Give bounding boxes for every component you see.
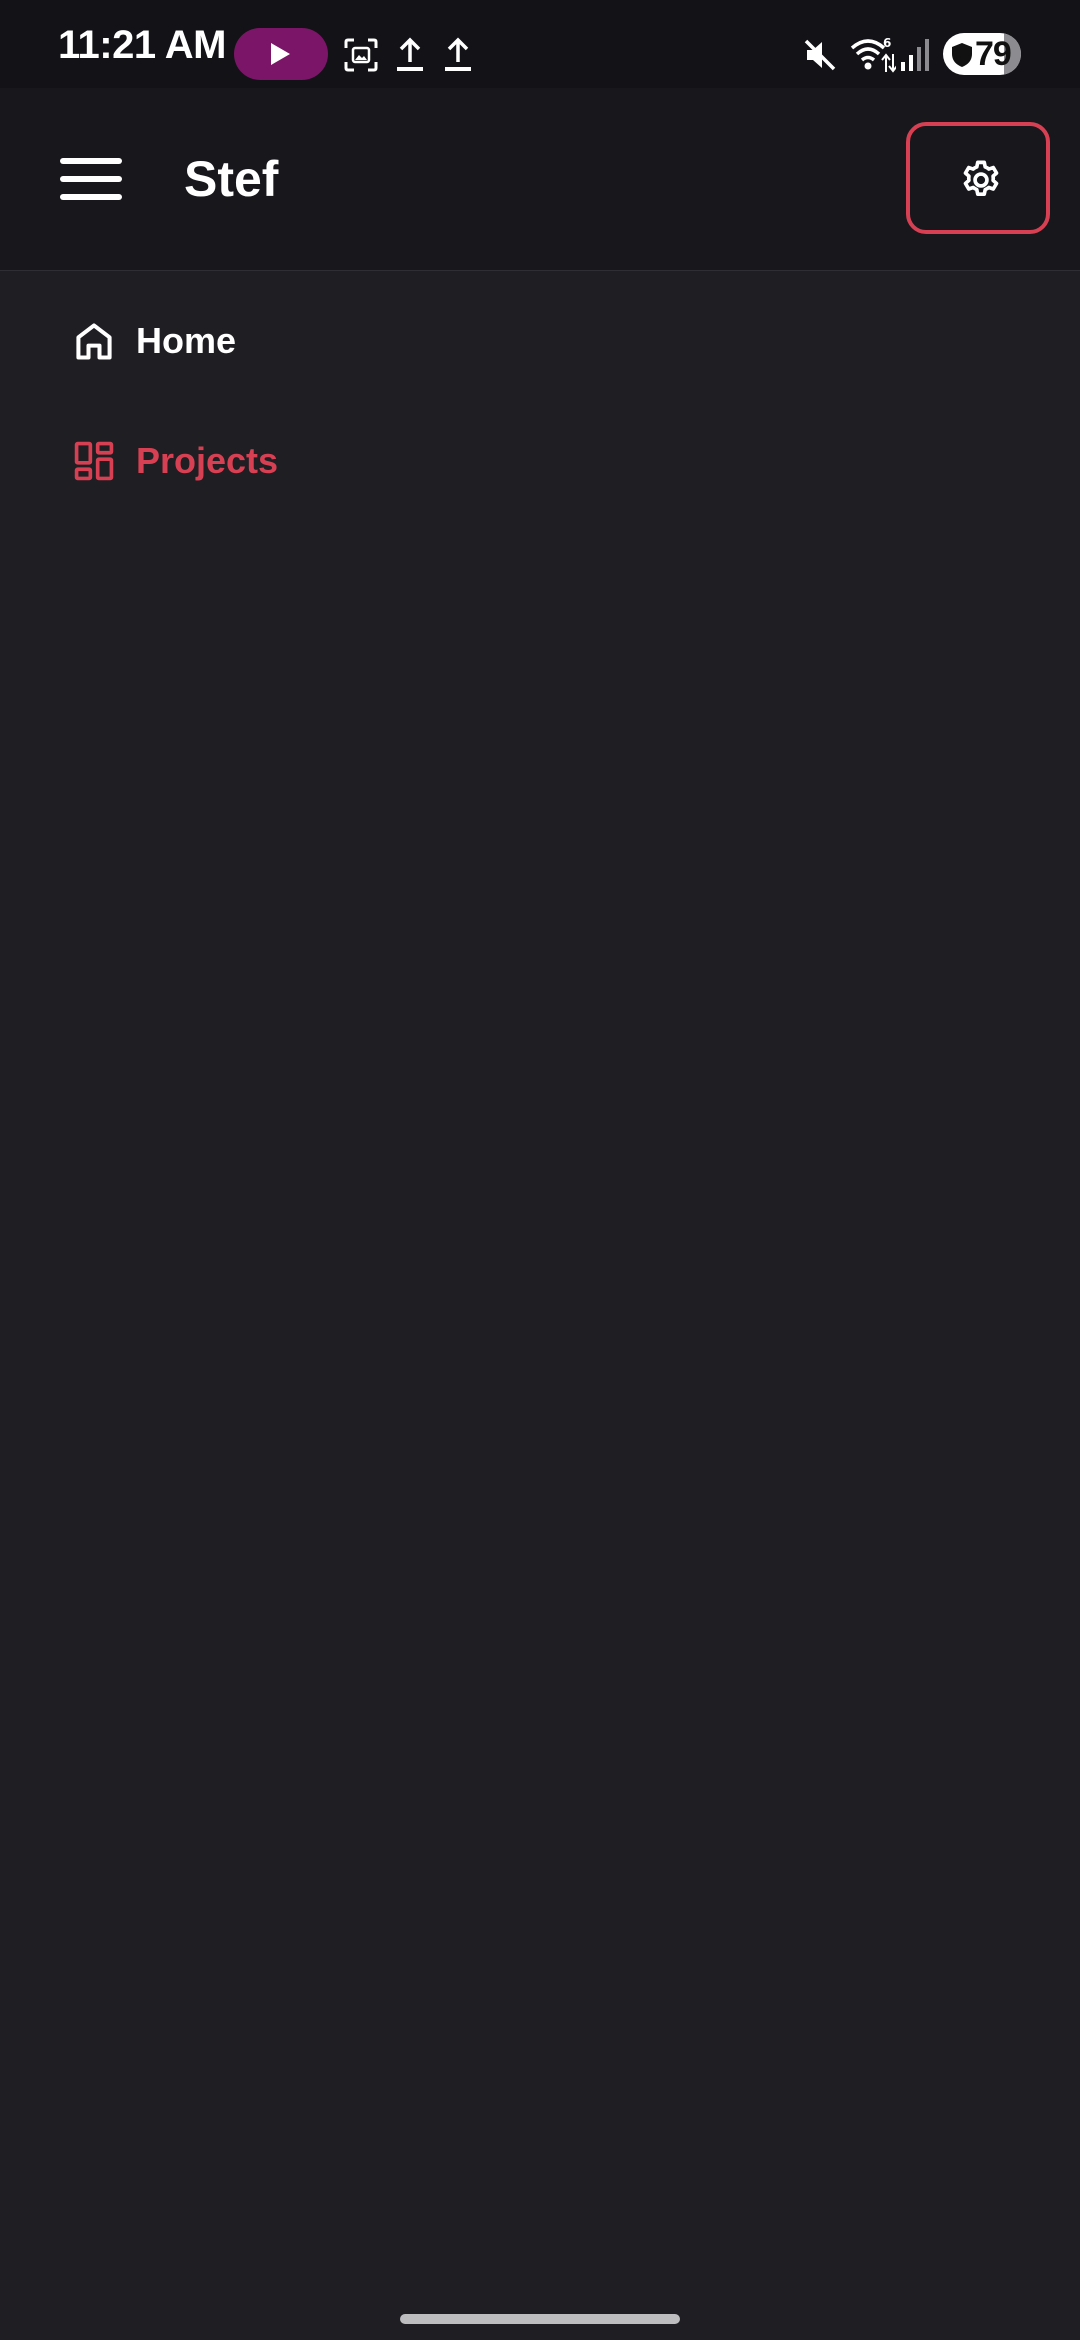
- battery-level: 79: [975, 35, 1012, 73]
- dashboard-icon: [74, 441, 114, 481]
- gesture-home-indicator[interactable]: [400, 2314, 680, 2324]
- hamburger-menu-button[interactable]: [48, 136, 134, 222]
- status-time: 11:21 AM: [58, 23, 226, 67]
- gear-icon: [963, 160, 999, 197]
- mute-icon: [804, 39, 836, 71]
- screenshot-icon: [344, 38, 378, 72]
- status-bar: 11:21 AM 6 79: [0, 0, 1080, 88]
- settings-button[interactable]: [906, 122, 1050, 234]
- app-title: Stef: [184, 151, 279, 207]
- nav-item-label: Home: [136, 320, 237, 361]
- upload-icon: [397, 37, 423, 71]
- upload-icon: [445, 37, 471, 71]
- wifi-icon: 6: [850, 36, 896, 73]
- nav-item-projects[interactable]: Projects: [60, 421, 1020, 501]
- shield-icon: [952, 43, 972, 67]
- screen: 11:21 AM 6 79 Stef Home Projects: [0, 0, 1080, 2340]
- svg-text:6: 6: [883, 36, 891, 50]
- nav-item-home[interactable]: Home: [60, 301, 1020, 381]
- media-playback-pill[interactable]: [234, 28, 328, 80]
- nav-item-label: Projects: [136, 440, 279, 481]
- play-icon: [271, 43, 290, 65]
- app-bar: Stef: [0, 88, 1080, 271]
- battery-indicator: 79: [943, 33, 1021, 75]
- signal-icon: [901, 39, 929, 71]
- home-icon: [76, 323, 112, 360]
